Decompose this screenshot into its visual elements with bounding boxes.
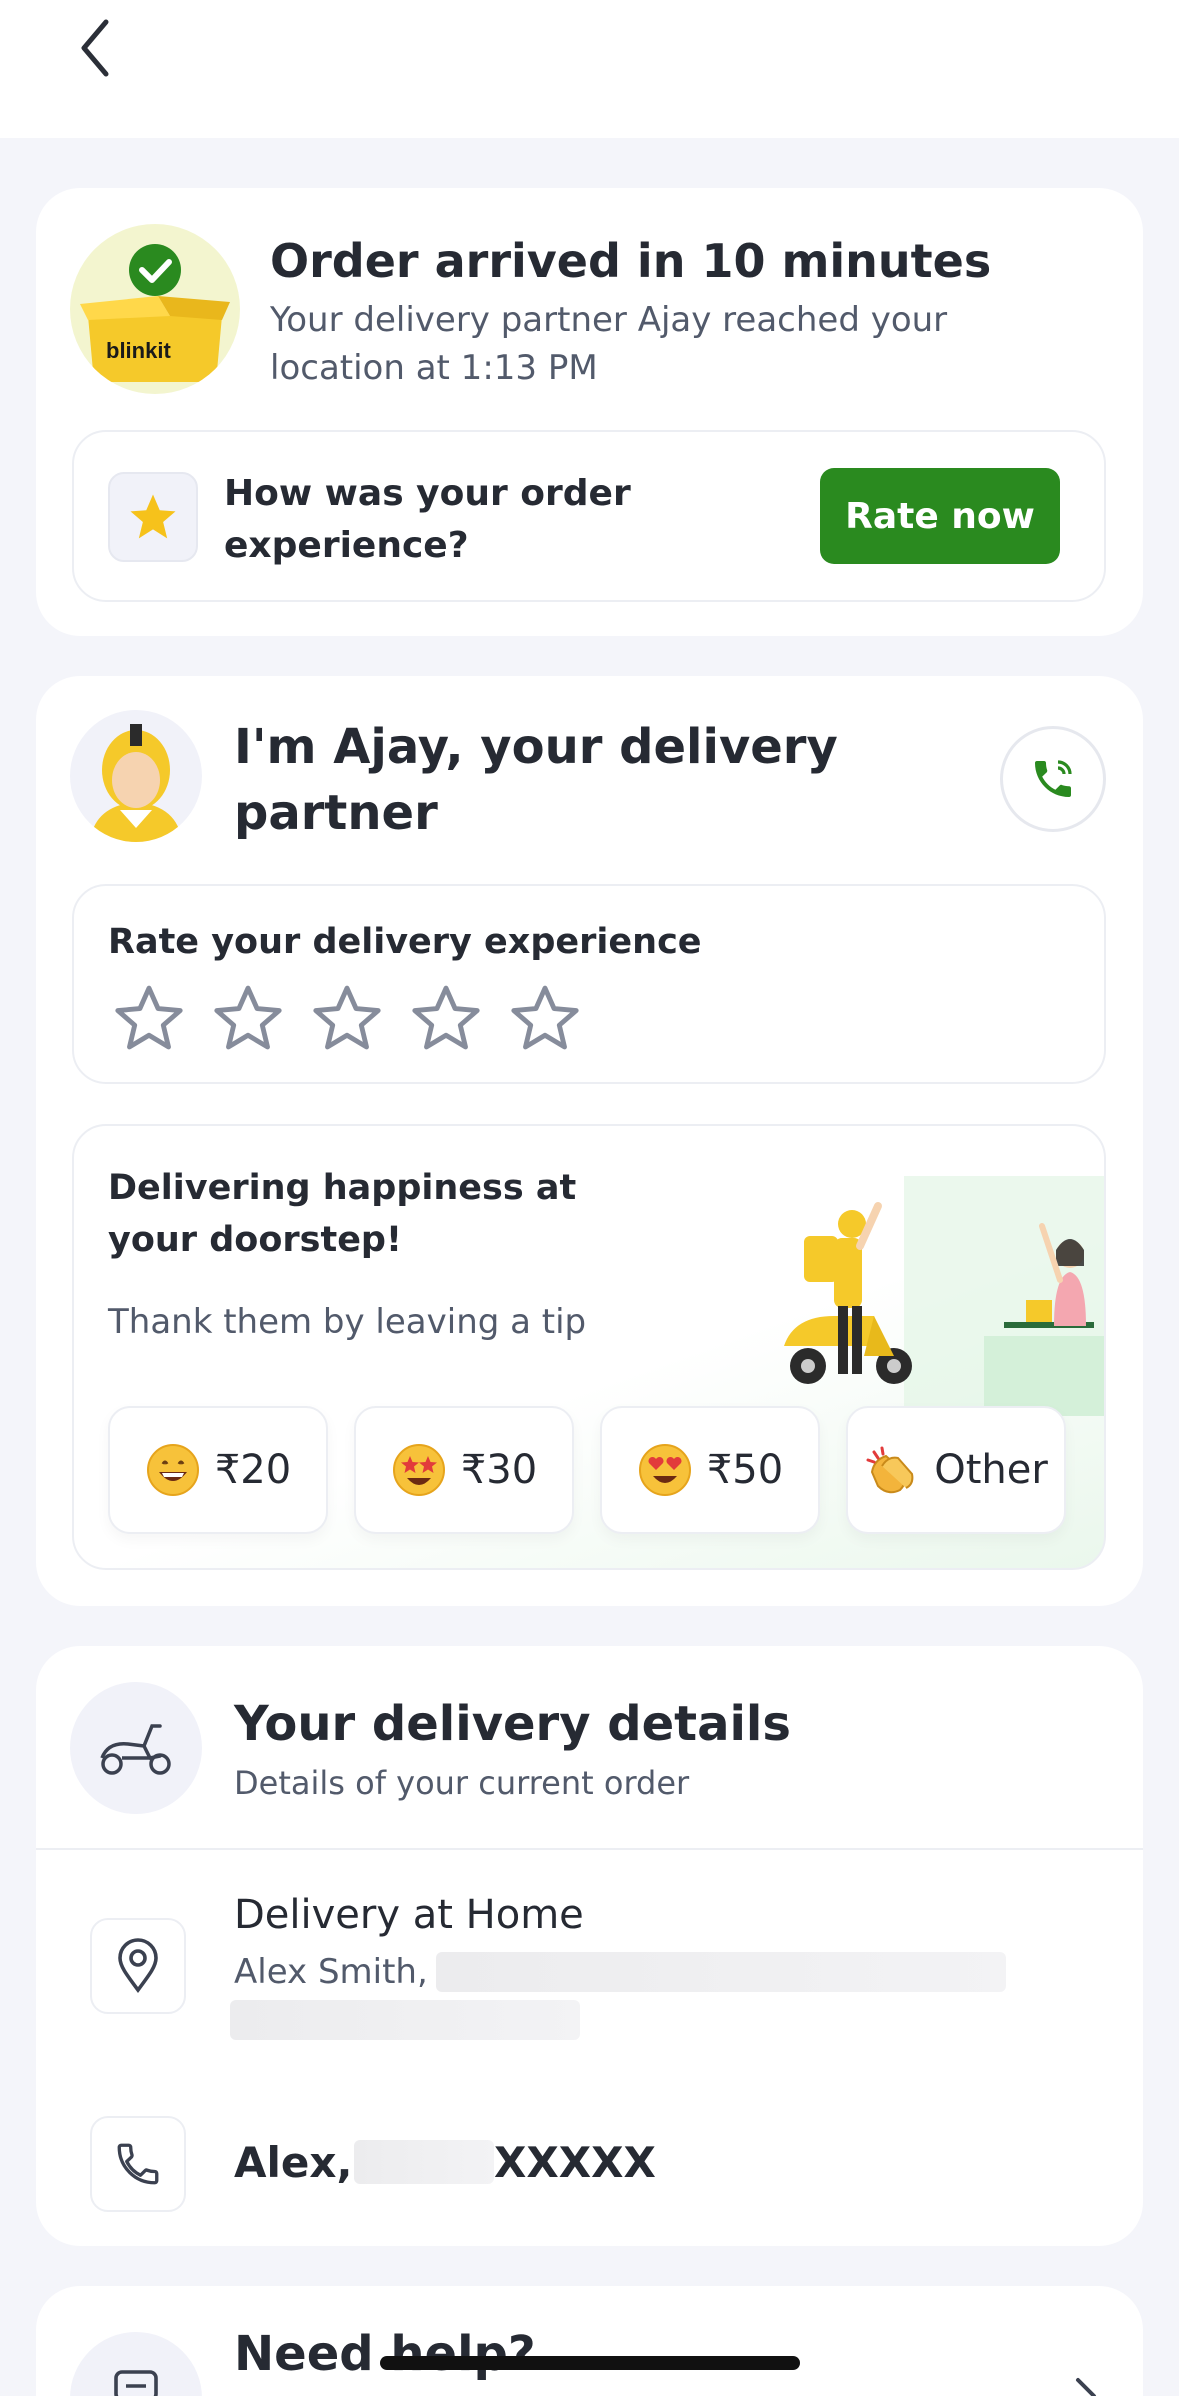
address-redacted-line-2 xyxy=(230,2000,580,2040)
partner-title: I'm Ajay, your delivery partner xyxy=(234,719,838,841)
order-rating-prompt: How was your order experience? xyxy=(224,473,631,566)
phone-masked: XXXXX xyxy=(494,2138,656,2187)
divider xyxy=(36,1848,1143,1850)
scooter-badge xyxy=(70,1682,202,1814)
tip-subtitle: Thank them by leaving a tip xyxy=(108,1302,587,1342)
tip-amount: ₹20 xyxy=(214,1447,292,1493)
rating-star-2[interactable] xyxy=(209,980,287,1058)
star-struck-face-icon xyxy=(392,1444,445,1496)
location-pin-icon xyxy=(118,1938,158,1994)
order-box-illustration: blinkit xyxy=(70,224,240,394)
need-help-card[interactable]: Need help? xyxy=(36,2286,1143,2396)
tip-amount: ₹50 xyxy=(706,1447,784,1493)
address-title: Delivery at Home xyxy=(234,1892,584,1938)
top-bar xyxy=(0,0,1179,138)
blinkit-logo: blinkit xyxy=(106,338,171,363)
address-icon-box xyxy=(90,1918,186,2014)
rate-delivery-label: Rate your delivery experience xyxy=(108,922,702,962)
order-status-subtitle: Your delivery partner Ajay reached your … xyxy=(270,300,948,388)
phone-icon xyxy=(117,2143,159,2185)
back-button[interactable] xyxy=(72,16,120,80)
delivery-details-card: Your delivery details Details of your cu… xyxy=(36,1646,1143,2246)
home-indicator xyxy=(380,2356,800,2370)
chat-help-icon xyxy=(114,2370,158,2396)
phone-redacted xyxy=(354,2140,494,2184)
order-status-card: blinkit Order arrived in 10 minutes Your… xyxy=(36,188,1143,636)
call-partner-button[interactable] xyxy=(1000,726,1106,832)
tip-option-30[interactable]: ₹30 xyxy=(354,1406,574,1534)
delivery-details-subtitle: Details of your current order xyxy=(234,1764,690,1802)
clapping-hands-icon xyxy=(866,1446,914,1494)
order-status-title: Order arrived in 10 minutes xyxy=(270,234,992,288)
delivery-scooter-illustration xyxy=(784,1176,1104,1416)
delivery-partner-card: I'm Ajay, your delivery partner Rate you… xyxy=(36,676,1143,1606)
delivery-details-title: Your delivery details xyxy=(234,1696,791,1752)
star-icon xyxy=(130,494,176,539)
phone-icon-box xyxy=(90,2116,186,2212)
phone-name: Alex, xyxy=(234,2138,353,2187)
tip-amount: ₹30 xyxy=(460,1447,538,1493)
rating-star-4[interactable] xyxy=(407,980,485,1058)
heart-eyes-face-icon xyxy=(638,1444,691,1496)
chevron-left-icon xyxy=(81,19,109,77)
rate-now-button[interactable]: Rate now xyxy=(820,468,1060,564)
rating-star-5[interactable] xyxy=(506,980,584,1058)
tip-heading: Delivering happiness at your doorstep! xyxy=(108,1168,577,1260)
grin-face-icon xyxy=(146,1444,199,1496)
tip-option-50[interactable]: ₹50 xyxy=(600,1406,820,1534)
chevron-right-icon xyxy=(1076,2378,1096,2396)
rating-star-3[interactable] xyxy=(308,980,386,1058)
tip-option-other[interactable]: Other xyxy=(846,1406,1066,1534)
help-badge xyxy=(70,2332,202,2396)
address-name: Alex Smith, xyxy=(234,1952,428,1992)
rate-delivery-box: Rate your delivery experience xyxy=(72,884,1106,1084)
tip-option-20[interactable]: ₹20 xyxy=(108,1406,328,1534)
star-badge xyxy=(108,472,198,562)
phone-call-icon xyxy=(1035,760,1072,797)
scooter-icon xyxy=(100,1724,171,1775)
address-redacted-line-1 xyxy=(436,1952,1006,1992)
rating-star-1[interactable] xyxy=(110,980,188,1058)
need-help-title: Need help? xyxy=(234,2326,536,2382)
tip-amount: Other xyxy=(934,1447,1048,1493)
partner-avatar xyxy=(70,710,202,842)
